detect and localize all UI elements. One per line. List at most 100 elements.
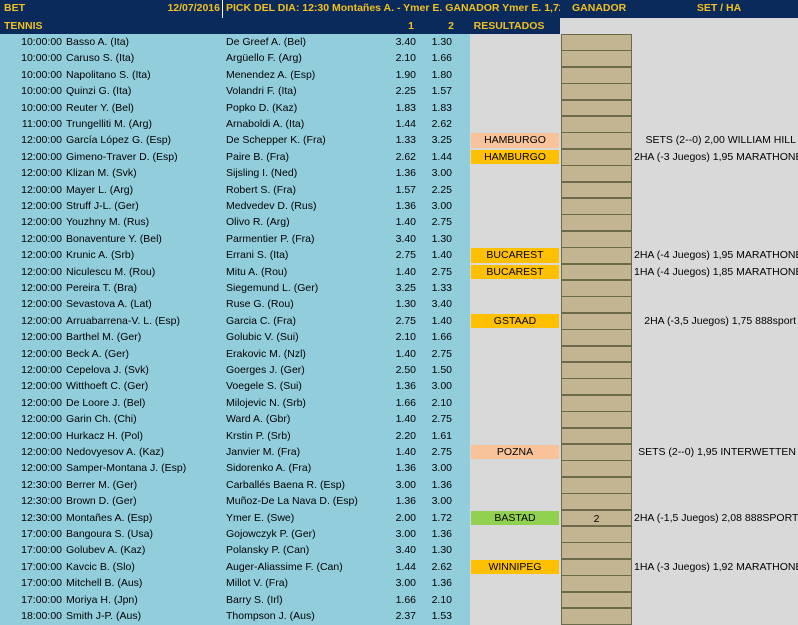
result-cell[interactable]: HAMBURGO	[471, 133, 559, 148]
ganador-cell[interactable]	[561, 230, 632, 248]
odds2-cell[interactable]: 2.25	[418, 182, 454, 198]
time-cell[interactable]: 11:00:00	[0, 116, 64, 132]
set-ha-note-cell[interactable]: 1HA (-4 Juegos) 1,85 MARATHONBET	[634, 264, 798, 280]
result-cell[interactable]	[471, 412, 559, 427]
time-cell[interactable]: 12:00:00	[0, 395, 64, 411]
odds2-cell[interactable]: 1.53	[418, 608, 454, 624]
ganador-cell[interactable]	[561, 345, 632, 363]
odds1-cell[interactable]: 2.62	[390, 149, 418, 165]
result-cell[interactable]: GSTAAD	[471, 313, 559, 329]
header-date-cell[interactable]: 12/07/2016	[158, 0, 222, 18]
player1-cell[interactable]: Reuter Y. (Bel)	[66, 100, 224, 116]
odds1-cell[interactable]: 1.36	[390, 378, 418, 394]
time-cell[interactable]: 12:00:00	[0, 296, 64, 312]
odds1-cell[interactable]: 2.25	[390, 83, 418, 99]
odds1-cell[interactable]: 2.10	[390, 329, 418, 345]
player1-cell[interactable]: Golubev A. (Kaz)	[66, 542, 224, 558]
player2-cell[interactable]: Muñoz-De La Nava D. (Esp)	[226, 493, 390, 509]
ganador-cell[interactable]	[561, 411, 632, 429]
player1-cell[interactable]: Klizan M. (Svk)	[66, 165, 224, 181]
player2-cell[interactable]: Argüello F. (Arg)	[226, 50, 390, 66]
odds1-cell[interactable]: 1.40	[390, 411, 418, 427]
player1-cell[interactable]: Bonaventure Y. (Bel)	[66, 231, 224, 247]
result-cell[interactable]	[471, 117, 559, 132]
result-cell[interactable]	[471, 576, 559, 591]
player1-cell[interactable]: Moriya H. (Jpn)	[66, 592, 224, 608]
player2-cell[interactable]: Janvier M. (Fra)	[226, 444, 390, 460]
player2-cell[interactable]: Sijsling I. (Ned)	[226, 165, 390, 181]
time-cell[interactable]: 12:00:00	[0, 428, 64, 444]
odds1-cell[interactable]: 1.83	[390, 100, 418, 116]
player1-cell[interactable]: De Loore J. (Bel)	[66, 395, 224, 411]
player1-cell[interactable]: García López G. (Esp)	[66, 132, 224, 148]
odds1-cell[interactable]: 1.40	[390, 214, 418, 230]
time-cell[interactable]: 12:00:00	[0, 214, 64, 230]
odds2-cell[interactable]: 1.40	[418, 313, 454, 329]
ganador-cell[interactable]	[561, 247, 632, 265]
player1-cell[interactable]: Garin Ch. (Chi)	[66, 411, 224, 427]
result-cell[interactable]	[471, 182, 559, 197]
player1-cell[interactable]: Brown D. (Ger)	[66, 493, 224, 509]
odds1-cell[interactable]: 3.40	[390, 542, 418, 558]
player1-cell[interactable]: Bangoura S. (Usa)	[66, 526, 224, 542]
ganador-cell[interactable]	[561, 329, 632, 347]
odds1-cell[interactable]: 2.75	[390, 313, 418, 329]
odds1-cell[interactable]: 1.44	[390, 116, 418, 132]
player2-cell[interactable]: De Schepper K. (Fra)	[226, 132, 390, 148]
odds2-cell[interactable]: 1.44	[418, 149, 454, 165]
odds1-cell[interactable]: 3.00	[390, 526, 418, 542]
odds1-cell[interactable]: 1.66	[390, 395, 418, 411]
result-cell[interactable]	[471, 494, 559, 509]
odds1-cell[interactable]: 2.00	[390, 510, 418, 526]
result-cell[interactable]	[471, 428, 559, 443]
player1-cell[interactable]: Nedovyesov A. (Kaz)	[66, 444, 224, 460]
player1-cell[interactable]: Niculescu M. (Rou)	[66, 264, 224, 280]
header-pick-cell[interactable]: PICK DEL DIA: 12:30 Montañes A. - Ymer E…	[222, 0, 560, 18]
time-cell[interactable]: 12:00:00	[0, 329, 64, 345]
time-cell[interactable]: 12:00:00	[0, 346, 64, 362]
result-cell[interactable]	[471, 100, 559, 115]
player2-cell[interactable]: Ward A. (Gbr)	[226, 411, 390, 427]
odds2-cell[interactable]: 1.80	[418, 67, 454, 83]
odds2-cell[interactable]: 1.50	[418, 362, 454, 378]
time-cell[interactable]: 12:00:00	[0, 280, 64, 296]
player1-cell[interactable]: Mitchell B. (Aus)	[66, 575, 224, 591]
player1-cell[interactable]: Montañes A. (Esp)	[66, 510, 224, 526]
odds2-cell[interactable]: 3.00	[418, 493, 454, 509]
ganador-cell[interactable]	[561, 34, 632, 51]
result-cell[interactable]	[471, 231, 559, 247]
odds2-cell[interactable]: 2.10	[418, 395, 454, 411]
odds1-cell[interactable]: 3.25	[390, 280, 418, 296]
player2-cell[interactable]: Thompson J. (Aus)	[226, 608, 390, 624]
odds2-cell[interactable]: 1.36	[418, 526, 454, 542]
odds1-cell[interactable]: 3.00	[390, 477, 418, 493]
odds1-cell[interactable]: 1.33	[390, 132, 418, 148]
result-cell[interactable]: BUCAREST	[471, 264, 559, 279]
player2-cell[interactable]: Parmentier P. (Fra)	[226, 231, 390, 247]
ganador-cell[interactable]	[561, 83, 632, 101]
odds2-cell[interactable]: 1.83	[418, 100, 454, 116]
odds2-cell[interactable]: 1.36	[418, 575, 454, 591]
time-cell[interactable]: 12:00:00	[0, 264, 64, 280]
odds1-cell[interactable]: 1.36	[390, 460, 418, 476]
odds2-cell[interactable]: 2.62	[418, 116, 454, 132]
ganador-cell[interactable]	[561, 312, 632, 330]
result-cell[interactable]: HAMBURGO	[471, 149, 559, 165]
player1-cell[interactable]: Struff J-L. (Ger)	[66, 198, 224, 214]
odds2-cell[interactable]: 2.75	[418, 214, 454, 230]
player2-cell[interactable]: Ymer E. (Swe)	[226, 510, 390, 526]
time-cell[interactable]: 10:00:00	[0, 34, 64, 50]
player2-cell[interactable]: De Greef A. (Bel)	[226, 34, 390, 50]
player1-cell[interactable]: Gimeno-Traver D. (Esp)	[66, 149, 224, 165]
player1-cell[interactable]: Barthel M. (Ger)	[66, 329, 224, 345]
odds1-cell[interactable]: 1.36	[390, 198, 418, 214]
set-ha-note-cell[interactable]: SETS (2--0) 1,95 INTERWETTEN	[634, 444, 798, 460]
odds2-cell[interactable]: 3.00	[418, 460, 454, 476]
result-cell[interactable]	[471, 461, 559, 476]
time-cell[interactable]: 17:00:00	[0, 575, 64, 591]
time-cell[interactable]: 12:00:00	[0, 198, 64, 214]
result-cell[interactable]	[471, 609, 559, 624]
ganador-cell[interactable]	[561, 148, 632, 166]
player2-cell[interactable]: Siegemund L. (Ger)	[226, 280, 390, 296]
ganador-cell[interactable]: 2	[561, 509, 632, 527]
